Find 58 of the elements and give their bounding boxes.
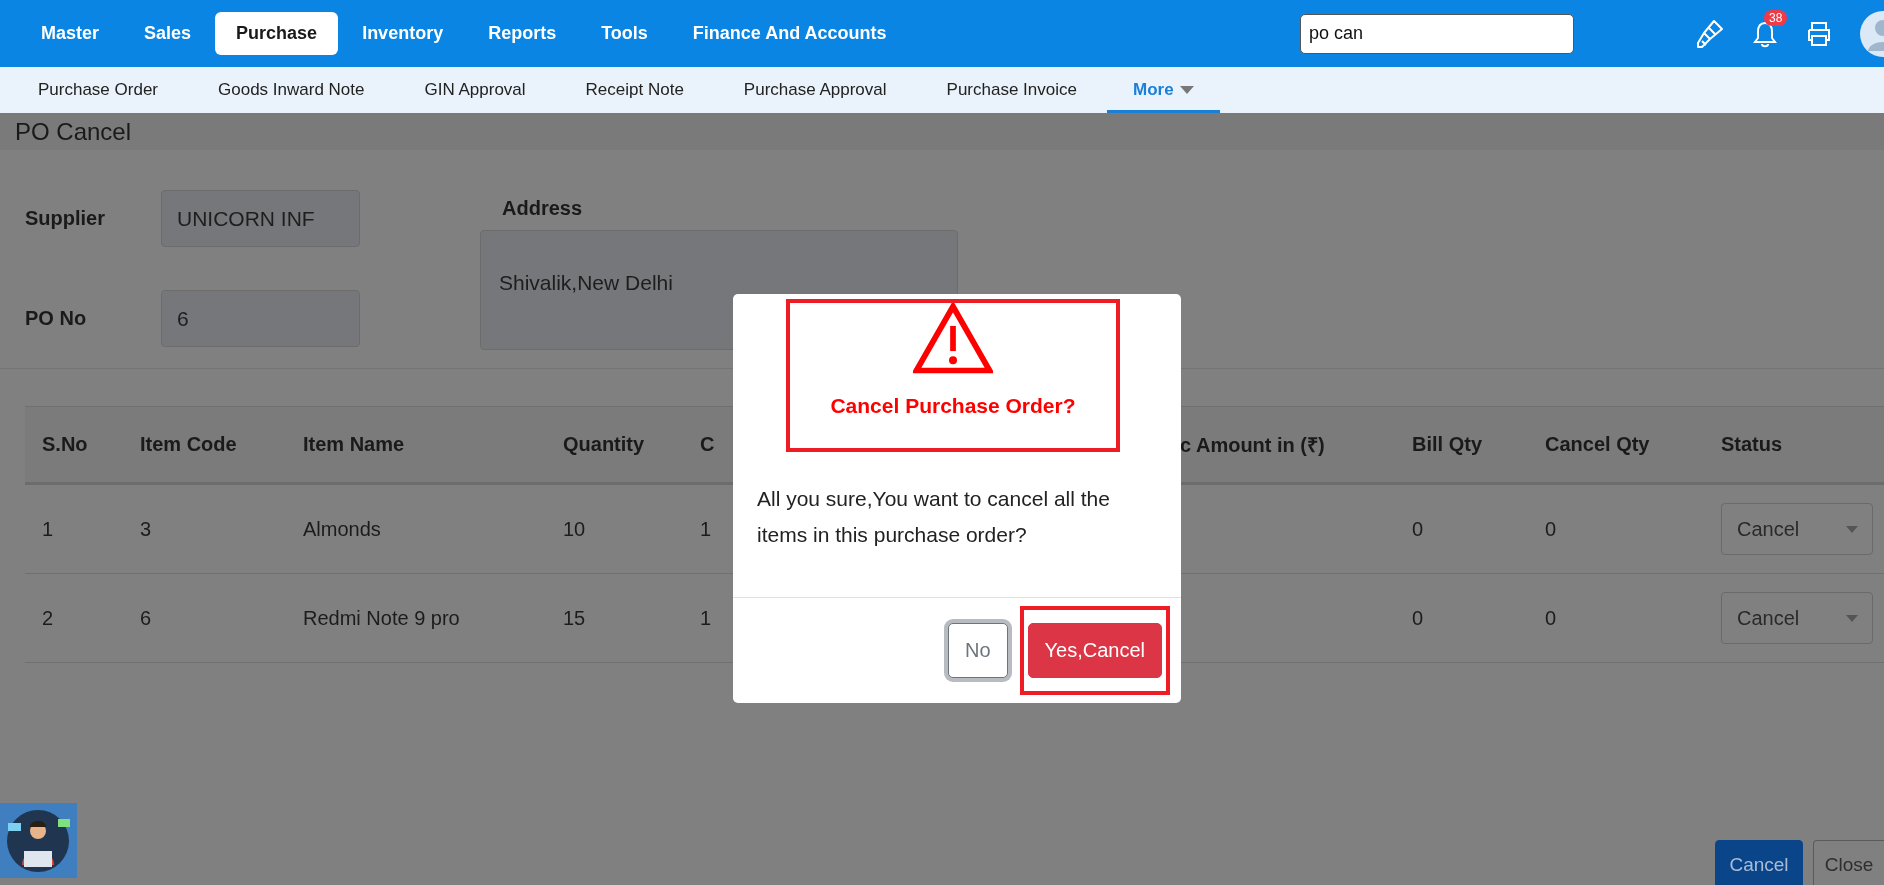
column-header: c Amount in (₹) [1180,433,1326,458]
nav-tab[interactable]: Tools [580,12,669,55]
field-label: Supplier [25,207,106,230]
table-cell: Redmi Note 9 pro [303,606,460,630]
cancel-button[interactable]: Cancel [1715,840,1803,885]
nav-tab[interactable]: Sales [123,12,213,55]
subnav-tab[interactable]: Purchase Order [8,67,188,113]
field-label: Address [502,197,584,220]
table-cell: 0 [1412,606,1424,630]
nav-tab[interactable]: Master [20,12,121,55]
table-cell: 10 [563,517,586,541]
nav-tab[interactable]: Inventory [341,12,465,55]
close-button[interactable]: Close [1813,840,1884,885]
subnav-tab[interactable]: Goods Inward Note [188,67,395,113]
support-agent-icon[interactable] [0,803,77,878]
table-cell: 0 [1545,517,1557,541]
dialog-title: Cancel Purchase Order? [830,394,1076,418]
table-cell: 6 [140,606,152,630]
nav-tab[interactable]: Finance And Accounts [671,12,908,55]
table-cell: 0 [1545,606,1557,630]
page-title: PO Cancel [15,117,132,146]
nav-tab[interactable]: Purchase [215,12,339,55]
dialog-message: All you sure,You want to cancel all the items in this purchase order? [757,487,1110,546]
po-number-field[interactable]: 6 [161,290,360,347]
table-cell: 1 [42,517,54,541]
supplier-field[interactable]: UNICORN INF [161,190,360,247]
column-header: Item Name [303,433,406,456]
column-header: Cancel Qty [1545,433,1651,456]
table-cell: Almonds [303,517,381,541]
table-cell: 0 [1412,517,1424,541]
subnav-tab[interactable]: Receipt Note [555,67,714,113]
caret-icon [1846,525,1858,533]
subnav-tab[interactable]: GIN Approval [394,67,556,113]
table-cell: 3 [140,517,152,541]
subnav-tab[interactable]: Purchase Invoice [916,67,1107,113]
notification-badge: 38 [1764,9,1788,26]
column-header: Quantity [563,433,646,456]
column-header: C [700,433,716,456]
caret-icon [1846,614,1858,622]
status-dropdown[interactable]: Cancel [1721,503,1873,555]
status-dropdown[interactable]: Cancel [1721,592,1873,644]
caret-icon [1179,86,1194,94]
table-cell: 1 [700,606,712,630]
table-cell: 1 [700,517,712,541]
warning-icon [913,303,993,374]
column-header: Status [1721,433,1784,456]
column-header: Bill Qty [1412,433,1483,456]
printer-icon[interactable] [1806,20,1832,47]
column-header: Item Code [140,433,238,456]
column-header: S.No [42,433,89,456]
nav-tab[interactable]: Reports [467,12,578,55]
subnav-tab[interactable]: Purchase Approval [713,67,917,113]
brush-icon[interactable] [1696,18,1724,49]
search-field[interactable]: po can [1300,13,1574,54]
table-cell: 15 [563,606,586,630]
confirm-button[interactable]: Yes,Cancel [1027,623,1162,678]
field-label: PO No [25,307,88,330]
table-cell: 2 [42,606,54,630]
